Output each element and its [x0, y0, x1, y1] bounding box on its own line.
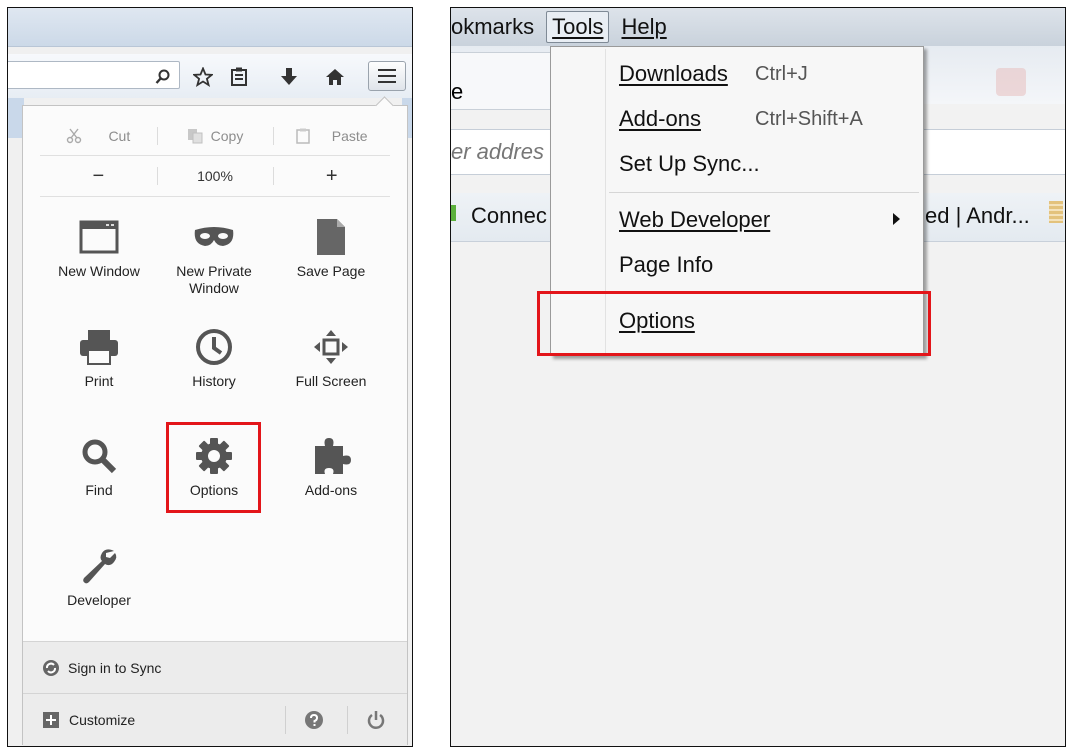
search-icon[interactable]	[150, 65, 176, 89]
tile-label: Developer	[67, 592, 131, 608]
copy-button[interactable]: Copy	[156, 118, 274, 154]
window-icon	[41, 215, 157, 259]
new-private-window-button[interactable]: New Private Window	[156, 215, 272, 297]
add-ons-button[interactable]: Add-ons	[273, 434, 389, 499]
history-button[interactable]: History	[156, 325, 272, 390]
hamburger-icon	[378, 69, 396, 83]
submenu-arrow-icon	[893, 213, 900, 225]
find-button[interactable]: Find	[41, 434, 157, 499]
zoom-in-button[interactable]: +	[273, 158, 390, 194]
home-icon[interactable]	[322, 65, 348, 89]
bookmark-favicon	[451, 205, 456, 221]
menu-bar: okmarks Tools Help	[451, 8, 1065, 46]
paste-button[interactable]: Paste	[273, 118, 390, 154]
tile-label: Full Screen	[295, 373, 367, 389]
menu-tools[interactable]: Tools	[546, 11, 610, 43]
cut-button[interactable]: Cut	[40, 118, 157, 154]
full-screen-button[interactable]: Full Screen	[273, 325, 389, 390]
cut-label: Cut	[108, 128, 131, 144]
menu-tools-label: Tools	[552, 14, 604, 39]
wrench-icon	[41, 544, 157, 588]
firefox-hamburger-menu-screenshot: Cut Copy Paste − 100% + New Window New P…	[7, 7, 413, 747]
fullscreen-icon	[273, 325, 389, 369]
developer-button[interactable]: Developer	[41, 544, 157, 609]
page-icon	[273, 215, 389, 259]
menu-item-downloads[interactable]: Downloads	[619, 61, 728, 87]
save-page-button[interactable]: Save Page	[273, 215, 389, 280]
download-arrow-icon[interactable]	[276, 65, 302, 89]
shortcut-label: Ctrl+J	[755, 63, 808, 85]
options-highlight-box	[166, 422, 261, 513]
bookmark-star-icon[interactable]	[190, 65, 216, 89]
menu-bookmarks[interactable]: okmarks	[451, 12, 540, 42]
print-button[interactable]: Print	[41, 325, 157, 390]
title-bar	[8, 8, 412, 47]
menu-help-label: Help	[621, 14, 667, 39]
divider	[40, 155, 390, 156]
clock-icon	[156, 325, 272, 369]
tile-label: Find	[85, 482, 113, 498]
edit-controls: Cut Copy Paste	[40, 118, 390, 154]
menu-item-page-info[interactable]: Page Info	[619, 252, 713, 278]
tab-title: e	[451, 79, 464, 104]
printer-icon	[41, 325, 157, 369]
tile-label: New Window	[58, 263, 140, 279]
menu-help[interactable]: Help	[615, 12, 672, 42]
plus-square-icon	[43, 712, 59, 728]
menu-item-add-ons[interactable]: Add-ons	[619, 106, 701, 132]
tile-label: New Private Window	[176, 263, 252, 296]
divider	[40, 196, 390, 197]
menu-item-label: Downloads	[619, 61, 728, 86]
bookmark-favicon	[1049, 201, 1063, 223]
zoom-out-button[interactable]: −	[40, 158, 157, 194]
bookmarks-menu-icon[interactable]	[226, 65, 252, 89]
sign-in-to-sync-button[interactable]: Sign in to Sync	[23, 641, 407, 693]
panel-arrow	[375, 96, 394, 115]
tile-label: Print	[84, 373, 114, 389]
options-highlight-box	[537, 291, 931, 356]
tile-label: Add-ons	[304, 482, 358, 498]
blurred-icon	[996, 68, 1026, 96]
new-window-button[interactable]: New Window	[41, 215, 157, 280]
sync-icon	[43, 659, 59, 676]
bookmark-item[interactable]: ed | Andr...	[925, 203, 1030, 229]
tile-label: Save Page	[296, 263, 366, 279]
help-icon[interactable]	[305, 711, 323, 729]
divider	[285, 706, 286, 734]
scissors-icon	[67, 128, 82, 144]
menu-item-set-up-sync[interactable]: Set Up Sync...	[619, 151, 760, 177]
menu-item-label: Web Developer	[619, 207, 771, 232]
address-placeholder: er addres	[451, 139, 544, 164]
mask-icon	[156, 215, 272, 259]
customize-label: Customize	[69, 712, 136, 728]
bookmark-item[interactable]: Connec	[471, 203, 547, 229]
puzzle-icon	[273, 434, 389, 478]
copy-icon	[187, 129, 203, 144]
zoom-controls: − 100% +	[40, 158, 390, 194]
tile-label: History	[192, 373, 236, 389]
copy-label: Copy	[210, 128, 244, 144]
magnifier-icon	[41, 434, 157, 478]
open-menu-button[interactable]	[368, 61, 406, 91]
zoom-reset-button[interactable]: 100%	[156, 158, 274, 194]
shortcut-label: Ctrl+Shift+A	[755, 108, 863, 130]
paste-label: Paste	[331, 128, 368, 144]
divider	[347, 706, 348, 734]
clipboard-icon	[296, 128, 310, 144]
menu-separator	[609, 192, 919, 193]
firefox-tools-menu-screenshot: okmarks Tools Help e er addres Connec ed…	[450, 7, 1066, 747]
customize-footer: Customize	[23, 693, 407, 746]
customize-button[interactable]: Customize	[23, 712, 135, 728]
sync-label: Sign in to Sync	[68, 659, 162, 676]
power-icon[interactable]	[367, 710, 385, 730]
menu-item-web-developer[interactable]: Web Developer	[619, 207, 770, 233]
menu-item-label: Add-ons	[619, 106, 701, 131]
